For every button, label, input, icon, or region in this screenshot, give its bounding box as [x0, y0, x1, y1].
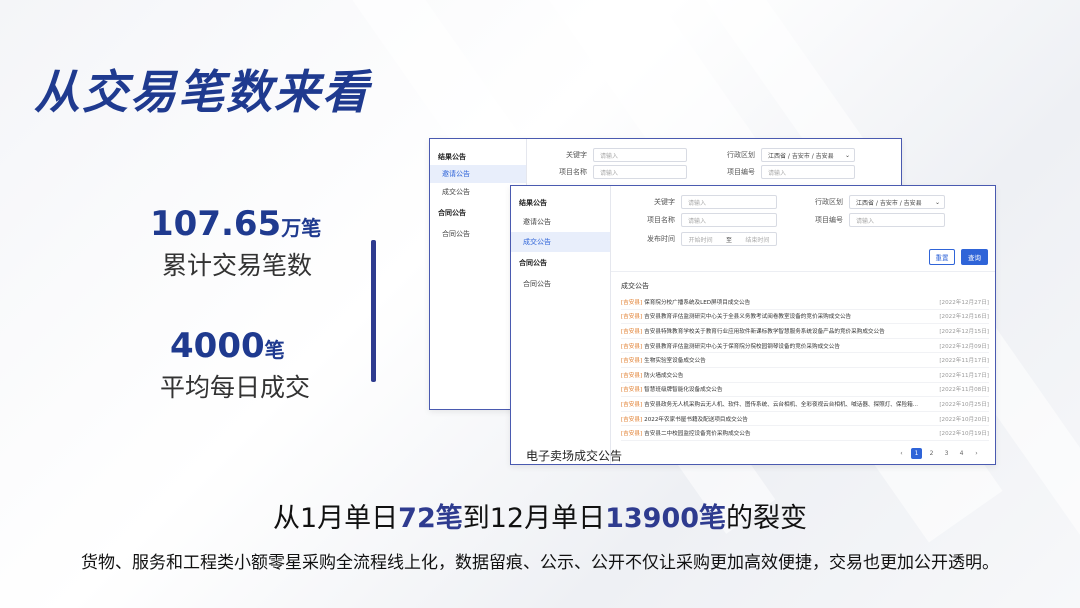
- list-item[interactable]: [吉安县] 吉安县教育评估监测研究中心关于保育院分院校园钢琴设备的竞价采购成交公告…: [621, 339, 989, 354]
- list-item[interactable]: [吉安县] 生物实验室设备成交公告 [2022年11月17日]: [621, 353, 989, 368]
- region-select[interactable]: 江西省 / 吉安市 / 吉安县 ⌄: [849, 195, 945, 209]
- time-range-input[interactable]: 开始时间 至 结束时间: [681, 232, 777, 246]
- region-label: 行政区划: [815, 198, 843, 206]
- chevron-down-icon: ⌄: [934, 198, 940, 206]
- front-sidebar-item-contract[interactable]: 合同公告: [511, 274, 610, 294]
- front-sidebar-item-deal[interactable]: 成交公告: [511, 232, 610, 252]
- page-4[interactable]: 4: [956, 448, 967, 459]
- name-label: 项目名称: [647, 216, 675, 224]
- list-item[interactable]: [吉安县] 智慧班级牌智能化设备成交公告 [2022年11月08日]: [621, 383, 989, 398]
- headline-part-2: 到12月单日: [462, 503, 606, 534]
- reset-button[interactable]: 重置: [929, 249, 955, 265]
- list-item[interactable]: [吉安县] 吉安县二中校园监控设备竞价采购成交公告 [2022年10月19日]: [621, 426, 989, 441]
- page-3[interactable]: 3: [941, 448, 952, 459]
- page-prev[interactable]: ‹: [896, 448, 907, 459]
- query-button[interactable]: 查询: [961, 249, 988, 265]
- keyword-label: 关键字: [654, 198, 675, 206]
- start-time: 开始时间: [688, 236, 713, 244]
- back-no-input[interactable]: 请输入: [761, 165, 855, 179]
- list-item[interactable]: [吉安县] 2022年农家书屋书籍及配送项目成交公告 [2022年10月20日]: [621, 412, 989, 427]
- chevron-down-icon: ⌄: [844, 151, 850, 159]
- stat-total: 107.65万笔 累计交易笔数: [150, 204, 321, 282]
- back-name-input[interactable]: 请输入: [593, 165, 687, 179]
- pagination: ‹ 1 2 3 4 ›: [896, 448, 982, 459]
- name-input[interactable]: 请输入: [681, 213, 777, 227]
- screenshot-caption: 电子卖场成交公告: [526, 449, 623, 463]
- list-item[interactable]: [吉安县] 吉安县教育评估监测研究中心关于全县义务教考试阅卷教室设备的竞价采购成交…: [621, 310, 989, 325]
- end-time: 结束时间: [745, 236, 770, 244]
- stat-total-label: 累计交易笔数: [162, 251, 313, 280]
- divider-bar: [371, 240, 376, 382]
- headline-part-1: 从1月单日: [272, 503, 399, 534]
- headline-value-2: 13900笔: [605, 503, 727, 534]
- front-sidebar-heading-contract: 合同公告: [519, 259, 547, 267]
- headline-value-1: 72笔: [398, 503, 463, 534]
- list-item[interactable]: [吉安县] 吉安县特殊教育学校关于教育行业应用软件新课标教学智慧服务系统设备产品的…: [621, 324, 989, 339]
- front-sidebar-heading-result: 结果公告: [519, 199, 547, 207]
- back-name-label: 项目名称: [559, 168, 587, 176]
- range-separator: 至: [725, 236, 732, 244]
- back-region-select[interactable]: 江西省 / 吉安市 / 吉安县 ⌄: [761, 148, 855, 162]
- page-next[interactable]: ›: [971, 448, 982, 459]
- back-sidebar-heading-result: 结果公告: [438, 153, 466, 161]
- time-label: 发布时间: [647, 235, 675, 243]
- stat-daily-unit: 笔: [264, 338, 285, 362]
- back-keyword-label: 关键字: [566, 151, 587, 159]
- list-item[interactable]: [吉安县] 防火墙成交公告 [2022年11月17日]: [621, 368, 989, 383]
- slide-title: 从交易笔数来看: [34, 65, 370, 119]
- list-divider: [611, 271, 995, 272]
- stat-daily: 4000笔 平均每日成交: [160, 326, 310, 404]
- front-sidebar: 结果公告 邀请公告 成交公告 合同公告 合同公告: [511, 186, 611, 464]
- stat-daily-label: 平均每日成交: [160, 373, 311, 402]
- list-title: 成交公告: [621, 282, 649, 290]
- deal-list: [吉安县] 保育院分校广播系统及LED屏项目成交公告 [2022年12月27日] […: [621, 295, 989, 441]
- back-keyword-input[interactable]: 请输入: [593, 148, 687, 162]
- keyword-input[interactable]: 请输入: [681, 195, 777, 209]
- back-sidebar-item-invite[interactable]: 邀请公告: [430, 165, 526, 183]
- footer-text: 货物、服务和工程类小额零星采购全流程线上化，数据留痕、公示、公开不仅让采购更加高…: [81, 553, 999, 573]
- headline: 从1月单日72笔到12月单日13900笔的裂变: [0, 496, 1080, 535]
- back-no-label: 项目编号: [727, 168, 755, 176]
- page-1[interactable]: 1: [911, 448, 922, 459]
- back-region-label: 行政区划: [727, 151, 755, 159]
- headline-part-3: 的裂变: [726, 503, 808, 534]
- stat-total-value: 107.65: [150, 204, 282, 244]
- front-window: 结果公告 邀请公告 成交公告 合同公告 合同公告 关键字 请输入 行政区划 江西…: [510, 185, 996, 465]
- front-sidebar-item-invite[interactable]: 邀请公告: [511, 212, 610, 232]
- list-item[interactable]: [吉安县] 保育院分校广播系统及LED屏项目成交公告 [2022年12月27日]: [621, 295, 989, 310]
- page-2[interactable]: 2: [926, 448, 937, 459]
- no-label: 项目编号: [815, 216, 843, 224]
- stat-daily-value: 4000: [170, 326, 265, 366]
- list-item[interactable]: [吉安县] 吉安县政务无人机采购云无人机、软件、图传系统、云台相机、全彩夜视云台相…: [621, 397, 989, 412]
- no-input[interactable]: 请输入: [849, 213, 945, 227]
- stat-total-unit: 万笔: [281, 216, 322, 240]
